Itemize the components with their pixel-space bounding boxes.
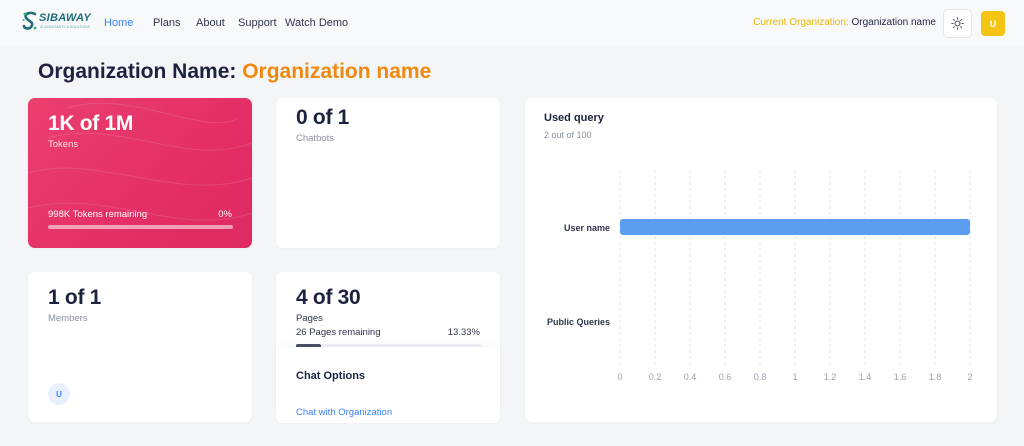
x-tick-label: 0 [617, 372, 622, 382]
theme-toggle-button[interactable] [943, 9, 972, 38]
logo-text: SIBAWAY [39, 12, 92, 24]
bar-0[interactable] [620, 219, 970, 235]
pages-remaining: 26 Pages remaining [296, 327, 381, 338]
pages-value: 4 of 30 [296, 286, 361, 309]
user-avatar-button[interactable]: U [981, 11, 1005, 36]
member-avatar[interactable]: U [48, 383, 70, 405]
current-org-label: Current Organization: [753, 17, 849, 28]
members-value: 1 of 1 [48, 286, 102, 309]
chat-options-title: Chat Options [296, 370, 366, 382]
tokens-progress-bar [48, 225, 233, 229]
tokens-card: 1K of 1M Tokens 998K Tokens remaining 0% [28, 98, 252, 248]
chatbots-value: 0 of 1 [296, 106, 350, 129]
x-tick-label: 0.6 [719, 372, 732, 382]
used-query-chart: 0 0.2 0.4 0.6 0.8 1 1.2 1.4 1.6 1.8 2 User name Publ… [547, 170, 973, 382]
nav-link-watch-demo[interactable]: Watch Demo [285, 17, 348, 29]
nav-link-plans[interactable]: Plans [153, 17, 181, 29]
chat-options-panel: Chat Options Chat with Organization [276, 347, 500, 423]
tokens-value: 1K of 1M [48, 112, 134, 135]
logo-mark-icon [22, 11, 37, 30]
x-tick-label: 1.6 [894, 372, 907, 382]
x-tick-label: 1.8 [929, 372, 942, 382]
x-tick-label: 1 [792, 372, 797, 382]
current-organization: Current Organization: Organization name [753, 17, 936, 28]
current-org-value: Organization name [851, 17, 937, 28]
chatbots-label: Chatbots [296, 133, 335, 144]
tokens-remaining: 998K Tokens remaining [48, 209, 148, 220]
tokens-percent: 0% [218, 209, 232, 220]
chat-with-organization-link[interactable]: Chat with Organization [296, 407, 392, 418]
x-tick-label: 0.8 [754, 372, 767, 382]
x-tick-label: 2 [967, 372, 972, 382]
x-tick-label: 1.4 [859, 372, 872, 382]
nav-link-home[interactable]: Home [104, 17, 133, 29]
x-tick-label: 0.4 [684, 372, 697, 382]
page-title-prefix: Organization Name: [38, 60, 237, 83]
logo-tagline: AI ASSISTANTS & SOLUTIONS [40, 25, 91, 29]
members-card: 1 of 1 Members U [28, 272, 252, 422]
y-category-label: User name [564, 223, 610, 233]
used-query-card: Used query 2 out of 100 0 0.2 0.4 0.6 0.8 1 1.… [525, 98, 997, 422]
sun-icon [951, 17, 964, 30]
top-navbar: SIBAWAY AI ASSISTANTS & SOLUTIONS Home P… [0, 0, 1024, 46]
x-tick-label: 0.2 [649, 372, 662, 382]
x-tick-label: 1.2 [824, 372, 837, 382]
chatbots-card: 0 of 1 Chatbots [276, 98, 500, 248]
pages-label: Pages [296, 313, 323, 324]
members-label: Members [48, 313, 88, 324]
nav-link-about[interactable]: About [196, 17, 225, 29]
nav-link-support[interactable]: Support [238, 17, 277, 29]
page-title-org-name: Organization name [242, 60, 432, 83]
page-title: Organization Name: Organization name [38, 60, 431, 84]
pages-percent: 13.33% [447, 327, 480, 338]
tokens-label: Tokens [48, 139, 79, 150]
y-category-label: Public Queries [547, 317, 610, 327]
sibaway-logo[interactable]: SIBAWAY AI ASSISTANTS & SOLUTIONS [22, 10, 91, 34]
